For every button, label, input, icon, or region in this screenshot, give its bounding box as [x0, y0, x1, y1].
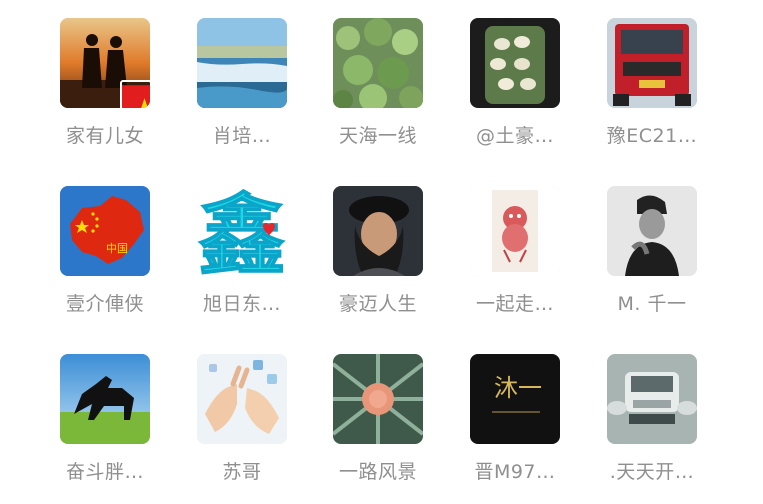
contact-item[interactable]: @土豪… [450, 18, 580, 168]
contacts-grid: 家有儿女 肖培… 天海一线 @土豪… 豫EC21… 中国 壹介俥侠 鑫 旭日东…… [0, 0, 763, 500]
contact-item[interactable]: 肖培… [177, 18, 307, 168]
dumplings-plate-avatar [470, 18, 560, 108]
succulent-plant-avatar [333, 354, 423, 444]
contact-name: 肖培… [212, 125, 272, 147]
calligraphy-characters: 沐一 [494, 374, 542, 402]
contact-item[interactable]: 一起走… [450, 186, 580, 336]
map-characters: 中国 [106, 242, 128, 255]
man-hat-portrait-avatar [333, 186, 423, 276]
contact-item[interactable]: .天天开… [587, 354, 717, 504]
china-map-flag-avatar: 中国 [60, 186, 150, 276]
contact-name: .天天开… [609, 461, 695, 483]
contact-item[interactable]: 天海一线 [313, 18, 443, 168]
truck-front-avatar [607, 354, 697, 444]
contact-name: 一路风景 [338, 461, 417, 483]
contact-item[interactable]: M. 千一 [587, 186, 717, 336]
contact-name: 一起走… [475, 293, 554, 315]
contact-name: 旭日东… [202, 293, 281, 315]
contact-name: 晋M97… [474, 461, 556, 483]
calligraphy-black-avatar: 沐一 [470, 354, 560, 444]
contact-name: @土豪… [475, 125, 554, 147]
contact-name: 奋斗胖… [65, 461, 144, 483]
black-horse-avatar [60, 354, 150, 444]
contact-name: M. 千一 [617, 293, 687, 315]
red-truck-avatar [607, 18, 697, 108]
contact-item[interactable]: 苏哥 [177, 354, 307, 504]
contact-item[interactable]: 一路风景 [313, 354, 443, 504]
contact-name: 豪迈人生 [338, 293, 417, 315]
contact-item[interactable]: 沐一 晋M97… [450, 354, 580, 504]
contact-item[interactable]: 家有儿女 [40, 18, 170, 168]
man-cap-bw-avatar [607, 186, 697, 276]
waterfall-avatar [197, 18, 287, 108]
contact-item[interactable]: 豪迈人生 [313, 186, 443, 336]
contact-item[interactable]: 中国 壹介俥侠 [40, 186, 170, 336]
contact-name: 家有儿女 [65, 125, 144, 147]
contact-name: 苏哥 [222, 461, 262, 483]
china-flag-icon [120, 80, 150, 108]
xin-character-avatar: 鑫 [197, 186, 287, 276]
green-plants-avatar [333, 18, 423, 108]
contact-item[interactable]: 鑫 旭日东… [177, 186, 307, 336]
contact-name: 天海一线 [338, 125, 417, 147]
contact-name: 豫EC21… [606, 125, 698, 147]
contact-item[interactable]: 豫EC21… [587, 18, 717, 168]
contact-item[interactable]: 奋斗胖… [40, 354, 170, 504]
hands-fingers-avatar [197, 354, 287, 444]
contact-name: 壹介俥侠 [65, 293, 144, 315]
paper-cut-tiger-avatar [470, 186, 560, 276]
couple-sunset-avatar [60, 18, 150, 108]
